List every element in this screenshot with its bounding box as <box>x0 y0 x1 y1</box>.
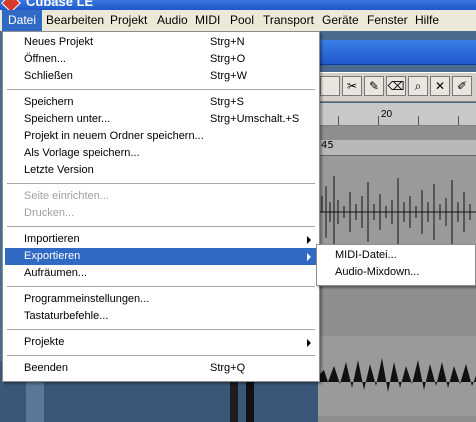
menu-separator <box>7 329 315 331</box>
menu-item-speichern-unter[interactable]: Speichern unter... Strg+Umschalt.+S <box>5 111 317 128</box>
ruler-tick <box>458 116 459 125</box>
ruler-tick <box>378 116 379 125</box>
menu-audio[interactable]: Audio <box>151 10 194 31</box>
menu-fenster[interactable]: Fenster <box>361 10 414 31</box>
menu-item-drucken: Drucken... <box>24 207 75 219</box>
menu-separator <box>7 286 315 288</box>
menu-item-projekt-neuer-ordner[interactable]: Projekt in neuem Ordner speichern... <box>5 128 317 145</box>
menu-separator <box>7 226 315 228</box>
menu-separator <box>7 355 315 357</box>
menu-item-neues-projekt[interactable]: Neues Projekt Strg+N <box>5 34 317 51</box>
menu-item-als-vorlage[interactable]: Als Vorlage speichern... <box>5 145 317 162</box>
menu-hilfe[interactable]: Hilfe <box>409 10 445 31</box>
menu-item-oeffnen[interactable]: Öffnen... Strg+O <box>5 51 317 68</box>
export-submenu: MIDI-Datei... Audio-Mixdown... <box>316 244 476 286</box>
submenu-arrow-icon <box>307 339 311 347</box>
project-window-titlebar <box>318 40 476 65</box>
menu-midi[interactable]: MIDI <box>189 10 226 31</box>
menu-separator <box>7 89 315 91</box>
ruler-tick <box>418 116 419 125</box>
submenu-arrow-icon <box>307 253 311 261</box>
menu-datei[interactable]: Datei <box>2 10 43 31</box>
menu-item-tastaturbefehle[interactable]: Tastaturbefehle... <box>5 308 317 325</box>
audio-event-waveform-2[interactable] <box>318 336 476 416</box>
menu-pool[interactable]: Pool <box>224 10 260 31</box>
submenu-arrow-icon <box>307 236 311 244</box>
project-toolbar: ✂ ✎ ⌫ ⌕ ✕ ✐ <box>318 72 476 102</box>
draw-tool-icon[interactable]: ✐ <box>452 76 472 96</box>
cubase-app-icon <box>1 0 21 10</box>
menu-item-programmeinstellungen[interactable]: Programmeinstellungen... <box>5 291 317 308</box>
menu-item-exportieren[interactable]: Exportieren <box>5 248 317 265</box>
menu-bar: Datei Bearbeiten Projekt Audio MIDI Pool… <box>0 10 476 32</box>
scissors-icon[interactable]: ✂ <box>342 76 362 96</box>
menu-item-projekte[interactable]: Projekte <box>5 334 317 351</box>
track-position-label: 45 <box>321 140 334 151</box>
menu-item-beenden[interactable]: Beenden Strg+Q <box>5 360 317 377</box>
pencil-icon[interactable]: ✎ <box>364 76 384 96</box>
ruler-tick <box>338 116 339 125</box>
menu-item-seite-einrichten: Seite einrichten... <box>24 190 109 202</box>
menu-item-importieren[interactable]: Importieren <box>5 231 317 248</box>
timeline-ruler[interactable]: 20 <box>318 103 476 126</box>
submenu-item-midi-datei[interactable]: MIDI-Datei... <box>319 247 473 264</box>
waveform-graphic-2 <box>318 358 476 392</box>
menu-item-speichern[interactable]: Speichern Strg+S <box>5 94 317 111</box>
menu-projekt[interactable]: Projekt <box>104 10 153 31</box>
submenu-item-audio-mixdown[interactable]: Audio-Mixdown... <box>319 264 473 281</box>
menu-geraete[interactable]: Geräte <box>316 10 365 31</box>
menu-item-schliessen[interactable]: Schließen Strg+W <box>5 68 317 85</box>
menu-bearbeiten[interactable]: Bearbeiten <box>40 10 110 31</box>
menu-item-letzte-version[interactable]: Letzte Version <box>5 162 317 179</box>
menu-item-aufraeumen[interactable]: Aufräumen... <box>5 265 317 282</box>
title-bar: Cubase LE <box>0 0 476 10</box>
tool-partial-icon[interactable] <box>320 76 340 96</box>
ruler-bar-number: 20 <box>381 109 393 120</box>
eraser-icon[interactable]: ⌫ <box>386 76 406 96</box>
datei-menu: Neues Projekt Strg+N Öffnen... Strg+O Sc… <box>2 31 320 382</box>
window-title: Cubase LE <box>26 0 94 9</box>
track-info-bar: 45 <box>318 140 476 156</box>
magnifier-icon[interactable]: ⌕ <box>408 76 428 96</box>
menu-transport[interactable]: Transport <box>257 10 320 31</box>
menu-separator <box>7 183 315 185</box>
mute-x-icon[interactable]: ✕ <box>430 76 450 96</box>
